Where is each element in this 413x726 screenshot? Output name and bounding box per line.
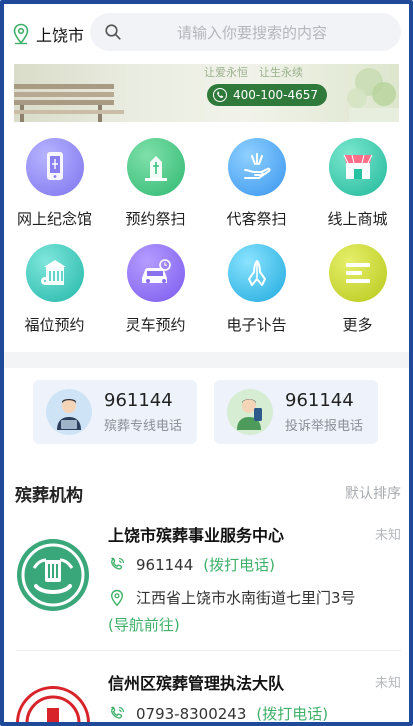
service-book-sweep[interactable]: 预约祭扫 — [105, 134, 206, 240]
phone-memorial-icon — [25, 138, 84, 196]
service-proxy-sweep[interactable]: 代客祭扫 — [206, 134, 307, 240]
complaint-avatar-icon — [227, 389, 273, 435]
list-divider — [16, 650, 401, 651]
service-label: 网上纪念馆 — [16, 210, 92, 228]
service-label: 代客祭扫 — [226, 210, 287, 228]
service-hearse-booking[interactable]: 灵车预约 — [105, 240, 206, 346]
banner-phone-number: 400-100-4657 — [233, 88, 319, 102]
org-address-row: 江西省上饶市水南街道七里门3号 — [108, 587, 356, 608]
section-title: 殡葬机构 — [15, 486, 83, 506]
call-link[interactable]: (拨打电话) — [256, 703, 328, 722]
hand-offering-icon — [227, 138, 286, 196]
org-phone-row: 0793-8300243 (拨打电话) — [108, 703, 328, 723]
navigate-link[interactable]: (导航前往) — [108, 614, 180, 635]
praying-hands-icon — [227, 244, 286, 302]
search-bar[interactable]: 请输入你要搜索的内容 — [90, 13, 401, 51]
org-logo-icon — [17, 539, 89, 611]
shop-icon — [328, 138, 387, 196]
service-e-obituary[interactable]: 电子讣告 — [206, 240, 307, 346]
service-niche-booking[interactable]: 福位预约 — [4, 240, 105, 346]
location-selector[interactable]: 上饶市 — [12, 22, 92, 46]
org-phone: 961144 — [136, 555, 194, 574]
hotline-label: 投诉举报电话 — [285, 419, 364, 434]
location-pin-icon — [13, 23, 29, 45]
search-input[interactable]: 请输入你要搜索的内容 — [177, 22, 327, 43]
service-label: 灵车预约 — [125, 316, 186, 334]
service-label: 预约祭扫 — [125, 210, 186, 228]
more-icon — [328, 244, 387, 302]
service-label: 电子讣告 — [226, 316, 287, 334]
call-link[interactable]: (拨打电话) — [203, 554, 275, 575]
hotline-label: 殡葬专线电话 — [104, 419, 183, 434]
org-status: 未知 — [374, 676, 401, 691]
top-bar: 上饶市 请输入你要搜索的内容 — [4, 4, 409, 64]
niche-icon — [25, 244, 84, 302]
service-online-memorial[interactable]: 网上纪念馆 — [4, 134, 105, 240]
app-frame: 上饶市 请输入你要搜索的内容 让爱永恒 让生永续 400-100-4657 网上… — [0, 0, 413, 726]
org-address: 江西省上饶市水南街道七里门3号 — [136, 589, 356, 607]
org-status: 未知 — [374, 528, 401, 543]
phone-call-icon — [111, 706, 125, 719]
hotline-card-complaint[interactable]: 961144 投诉举报电话 — [214, 380, 378, 444]
org-name: 信州区殡葬管理执法大队 — [108, 674, 285, 693]
sort-dropdown[interactable]: 默认排序 — [345, 483, 401, 503]
service-more[interactable]: 更多 — [307, 240, 408, 346]
plant-illustration — [347, 68, 399, 122]
promo-banner[interactable]: 让爱永恒 让生永续 400-100-4657 — [14, 64, 399, 122]
hotline-number: 961144 — [285, 390, 354, 411]
service-label: 福位预约 — [24, 316, 85, 334]
hearse-icon — [126, 244, 185, 302]
banner-slogan: 让爱永恒 让生永续 — [204, 66, 303, 79]
section-divider — [4, 352, 409, 368]
service-label: 线上商城 — [327, 210, 388, 228]
phone-call-icon — [111, 557, 125, 570]
tomb-sweep-icon — [126, 138, 185, 196]
org-name: 上饶市殡葬事业服务中心 — [108, 526, 285, 545]
phone-icon — [213, 88, 227, 102]
bench-illustration — [14, 84, 124, 122]
location-pin-icon — [110, 589, 124, 606]
search-icon — [105, 24, 121, 40]
city-label: 上饶市 — [36, 26, 85, 45]
hotline-card-funeral[interactable]: 961144 殡葬专线电话 — [33, 380, 197, 444]
service-grid: 网上纪念馆 预约祭扫 代客祭扫 线上商城 福位预约 灵车预约 电子讣告 更多 — [4, 134, 409, 346]
org-logo-icon — [16, 686, 90, 722]
org-phone-row: 961144 (拨打电话) — [108, 554, 275, 575]
service-label: 更多 — [342, 316, 373, 334]
operator-avatar-icon — [46, 389, 92, 435]
org-phone: 0793-8300243 — [136, 704, 247, 723]
hotline-number: 961144 — [104, 390, 173, 411]
service-online-shop[interactable]: 线上商城 — [307, 134, 408, 240]
